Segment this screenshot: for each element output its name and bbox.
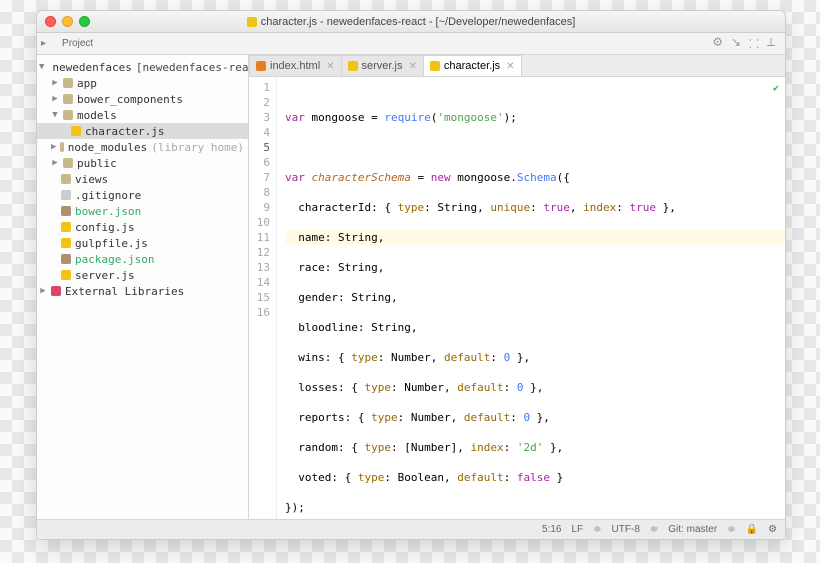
tree-item[interactable]: bower_components bbox=[77, 93, 183, 106]
tab-server-js[interactable]: server.js✕ bbox=[341, 55, 424, 76]
close-icon[interactable]: ✕ bbox=[326, 61, 334, 72]
expand-icon[interactable]: ⸬ bbox=[749, 35, 759, 52]
file-js-icon bbox=[71, 126, 81, 136]
chevron-right-icon[interactable]: ▶ bbox=[51, 78, 59, 88]
file-js-icon bbox=[61, 238, 71, 248]
file-js-icon bbox=[430, 61, 440, 71]
folder-icon bbox=[63, 110, 73, 120]
file-json-icon bbox=[61, 206, 71, 216]
settings-icon[interactable]: ⚙ bbox=[768, 524, 777, 535]
folder-icon bbox=[63, 78, 73, 88]
tree-item[interactable]: .gitignore bbox=[75, 189, 141, 202]
file-js-icon bbox=[61, 222, 71, 232]
file-js-icon bbox=[348, 61, 358, 71]
minimize-window-icon[interactable] bbox=[62, 16, 73, 27]
library-icon bbox=[51, 286, 61, 296]
file-json-icon bbox=[61, 254, 71, 264]
code-editor[interactable]: 12345678 910111213141516 ✔ var mongoose … bbox=[249, 77, 785, 519]
tree-item[interactable]: config.js bbox=[75, 221, 135, 234]
git-branch[interactable]: Git: master bbox=[668, 524, 717, 535]
status-bar: 5:16 LF≑ UTF-8≑ Git: master≑ 🔒 ⚙ bbox=[37, 519, 785, 539]
gear-icon[interactable]: ⚙ bbox=[712, 35, 723, 52]
close-icon[interactable]: ✕ bbox=[409, 61, 417, 72]
tree-item[interactable]: app bbox=[77, 77, 97, 90]
tree-hint: (library home) bbox=[151, 141, 244, 154]
chevron-right-icon[interactable]: ▶ bbox=[39, 286, 47, 296]
chevron-right-icon[interactable]: ▶ bbox=[51, 142, 56, 152]
encoding[interactable]: UTF-8 bbox=[612, 524, 640, 535]
folder-icon bbox=[60, 142, 63, 152]
folder-icon bbox=[63, 158, 73, 168]
editor-tabs: index.html✕ server.js✕ character.js✕ bbox=[249, 55, 785, 77]
line-separator[interactable]: LF bbox=[571, 524, 583, 535]
tree-item[interactable]: bower.json bbox=[75, 205, 141, 218]
inspection-ok-icon[interactable]: ✔ bbox=[773, 81, 779, 96]
tree-item[interactable]: node_modules bbox=[68, 141, 147, 154]
project-tree[interactable]: ▼ newedenfaces [newedenfaces-react] ▶app… bbox=[37, 55, 249, 519]
tree-item[interactable]: public bbox=[77, 157, 117, 170]
tree-root-name[interactable]: newedenfaces bbox=[52, 61, 131, 74]
app-window: character.js - newedenfaces-react - [~/D… bbox=[36, 10, 786, 540]
file-html-icon bbox=[256, 61, 266, 71]
maximize-window-icon[interactable] bbox=[79, 16, 90, 27]
tree-item-selected[interactable]: character.js bbox=[37, 123, 248, 139]
close-icon[interactable]: ✕ bbox=[506, 61, 514, 72]
file-icon bbox=[61, 190, 71, 200]
folder-icon bbox=[61, 174, 71, 184]
file-js-icon bbox=[247, 17, 257, 27]
chevron-right-icon[interactable]: ▶ bbox=[51, 158, 59, 168]
close-window-icon[interactable] bbox=[45, 16, 56, 27]
chevron-right-icon[interactable]: ▶ bbox=[51, 94, 59, 104]
cursor-position[interactable]: 5:16 bbox=[542, 524, 561, 535]
chevron-down-icon[interactable]: ▼ bbox=[39, 62, 44, 72]
tree-item[interactable]: server.js bbox=[75, 269, 135, 282]
tree-item[interactable]: package.json bbox=[75, 253, 154, 266]
hide-icon[interactable]: ⟂ bbox=[767, 35, 775, 52]
collapse-icon[interactable]: ↘ bbox=[731, 35, 741, 52]
file-js-icon bbox=[61, 270, 71, 280]
tree-item[interactable]: gulpfile.js bbox=[75, 237, 148, 250]
line-gutter: 12345678 910111213141516 bbox=[249, 77, 277, 519]
tree-item[interactable]: views bbox=[75, 173, 108, 186]
window-title: character.js - newedenfaces-react - [~/D… bbox=[261, 16, 576, 28]
tab-character-js[interactable]: character.js✕ bbox=[423, 55, 522, 76]
project-tool-label[interactable]: Project bbox=[46, 38, 99, 49]
titlebar[interactable]: character.js - newedenfaces-react - [~/D… bbox=[37, 11, 785, 33]
tab-index-html[interactable]: index.html✕ bbox=[249, 55, 342, 76]
tree-external-libs[interactable]: External Libraries bbox=[65, 285, 184, 298]
lock-icon[interactable]: 🔒 bbox=[746, 524, 758, 535]
tree-item[interactable]: models bbox=[77, 109, 117, 122]
folder-icon bbox=[63, 94, 73, 104]
chevron-down-icon[interactable]: ▼ bbox=[51, 110, 59, 120]
toolbar: ▸ Project ⚙ ↘ ⸬ ⟂ bbox=[37, 33, 785, 55]
